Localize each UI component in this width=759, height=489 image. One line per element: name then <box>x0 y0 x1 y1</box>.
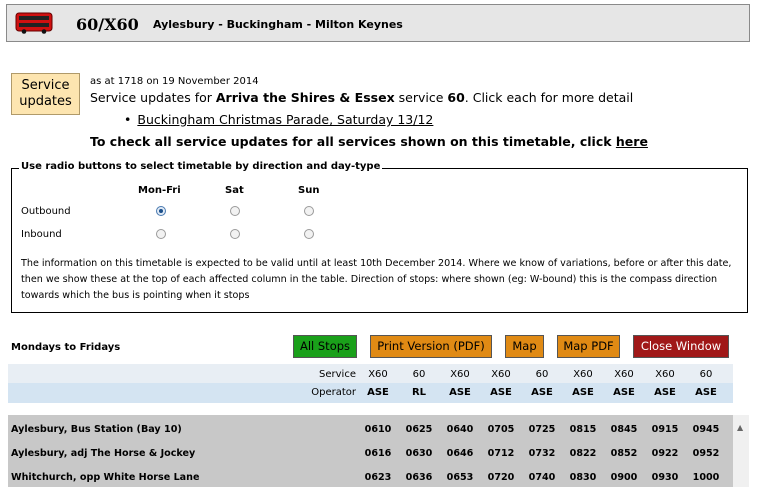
radio-inbound-sat[interactable] <box>230 229 240 239</box>
departure-time: 0623 <box>364 472 392 483</box>
departure-time: 0610 <box>364 424 392 435</box>
route-number: 60/X60 <box>76 15 139 34</box>
service-code-cell: X60 <box>573 369 593 380</box>
close-window-button[interactable]: Close Window <box>633 335 729 358</box>
radio-inbound-monfri[interactable] <box>156 229 166 239</box>
all-stops-button[interactable]: All Stops <box>293 335 357 358</box>
service-code-cell: 60 <box>699 369 713 380</box>
departure-time: 0822 <box>569 448 597 459</box>
departure-time: 0630 <box>405 448 433 459</box>
scroll-up-icon[interactable]: ▲ <box>737 423 743 432</box>
day-header-sun: Sun <box>298 185 320 196</box>
service-updates-badge: Service updates <box>11 73 80 115</box>
stop-name: Whitchurch, opp White Horse Lane <box>11 472 200 483</box>
departure-time: 0830 <box>569 472 597 483</box>
operator-code-cell: ASE <box>613 387 635 398</box>
departure-time: 0945 <box>692 424 720 435</box>
service-label: Service <box>319 369 356 380</box>
bus-icon <box>15 12 53 34</box>
route-description: Aylesbury - Buckingham - Milton Keynes <box>153 18 403 31</box>
map-pdf-button[interactable]: Map PDF <box>557 335 620 358</box>
updates-intro: Service updates for Arriva the Shires & … <box>90 90 633 105</box>
page-header: 60/X60 Aylesbury - Buckingham - Milton K… <box>6 4 750 42</box>
service-number: 60 <box>447 90 465 105</box>
operator-code-cell: ASE <box>449 387 471 398</box>
departure-time: 0815 <box>569 424 597 435</box>
departure-time: 0653 <box>446 472 474 483</box>
radio-outbound-sun[interactable] <box>304 206 314 216</box>
update-item: • Buckingham Christmas Parade, Saturday 1… <box>124 112 433 127</box>
operator-name: Arriva the Shires & Essex <box>215 90 395 105</box>
map-button[interactable]: Map <box>505 335 544 358</box>
departure-time: 0952 <box>692 448 720 459</box>
departure-time: 0720 <box>487 472 515 483</box>
departure-time: 0900 <box>610 472 638 483</box>
radio-outbound-sat[interactable] <box>230 206 240 216</box>
service-code-cell: 60 <box>412 369 426 380</box>
service-code-cell: X60 <box>368 369 388 380</box>
departure-time: 1000 <box>692 472 720 483</box>
day-header-monfri: Mon-Fri <box>138 185 181 196</box>
badge-line-1: Service <box>21 78 70 93</box>
operator-code-cell: ASE <box>572 387 594 398</box>
operator-code-cell: ASE <box>531 387 553 398</box>
departure-time: 0705 <box>487 424 515 435</box>
section-title: Mondays to Fridays <box>11 342 121 353</box>
departure-time: 0646 <box>446 448 474 459</box>
departure-time: 0725 <box>528 424 556 435</box>
service-code-cell: X60 <box>655 369 675 380</box>
operator-code-cell: ASE <box>490 387 512 398</box>
badge-line-2: updates <box>19 94 72 109</box>
direction-label-outbound: Outbound <box>21 206 71 217</box>
check-all-text: To check all service updates for all ser… <box>90 134 616 149</box>
stop-name: Aylesbury, adj The Horse & Jockey <box>11 448 196 459</box>
check-all-updates: To check all service updates for all ser… <box>90 134 648 149</box>
departure-time: 0740 <box>528 472 556 483</box>
operator-label: Operator <box>311 387 356 398</box>
service-code-cell: X60 <box>450 369 470 380</box>
check-all-link[interactable]: here <box>616 134 648 149</box>
table-row: Aylesbury, Bus Station (Bay 10) 0610 0625 0… <box>8 419 733 441</box>
bullet-icon: • <box>124 112 132 127</box>
departure-time: 0922 <box>651 448 679 459</box>
stop-name: Aylesbury, Bus Station (Bay 10) <box>11 424 182 435</box>
departure-time: 0625 <box>405 424 433 435</box>
departure-time: 0712 <box>487 448 515 459</box>
direction-label-inbound: Inbound <box>21 229 62 240</box>
operator-code-cell: RL <box>411 387 427 398</box>
day-header-sat: Sat <box>225 185 244 196</box>
table-row: Whitchurch, opp White Horse Lane 0623 0636… <box>8 467 733 489</box>
departure-time: 0732 <box>528 448 556 459</box>
service-code-cell: 60 <box>535 369 549 380</box>
print-version-button[interactable]: Print Version (PDF) <box>370 335 492 358</box>
departure-time: 0915 <box>651 424 679 435</box>
operator-code-cell: ASE <box>367 387 389 398</box>
departure-time: 0640 <box>446 424 474 435</box>
operator-code-cell: ASE <box>654 387 676 398</box>
validity-info: The information on this timetable is exp… <box>21 258 732 301</box>
service-code-cell: X60 <box>614 369 634 380</box>
departure-time: 0852 <box>610 448 638 459</box>
radio-inbound-sun[interactable] <box>304 229 314 239</box>
updates-timestamp: as at 1718 on 19 November 2014 <box>90 76 259 87</box>
selector-legend: Use radio buttons to select timetable by… <box>19 161 383 172</box>
table-row: Aylesbury, adj The Horse & Jockey 0616 063… <box>8 443 733 465</box>
radio-outbound-monfri[interactable] <box>156 206 166 216</box>
operator-code-cell: ASE <box>695 387 717 398</box>
departure-time: 0616 <box>364 448 392 459</box>
intro-mid: service <box>394 90 448 105</box>
departure-time: 0930 <box>651 472 679 483</box>
intro-prefix: Service updates for <box>90 90 216 105</box>
departure-time: 0636 <box>405 472 433 483</box>
intro-suffix: . Click each for more detail <box>464 90 634 105</box>
departure-time: 0845 <box>610 424 638 435</box>
service-code-cell: X60 <box>491 369 511 380</box>
update-link[interactable]: Buckingham Christmas Parade, Saturday 13… <box>137 112 433 127</box>
